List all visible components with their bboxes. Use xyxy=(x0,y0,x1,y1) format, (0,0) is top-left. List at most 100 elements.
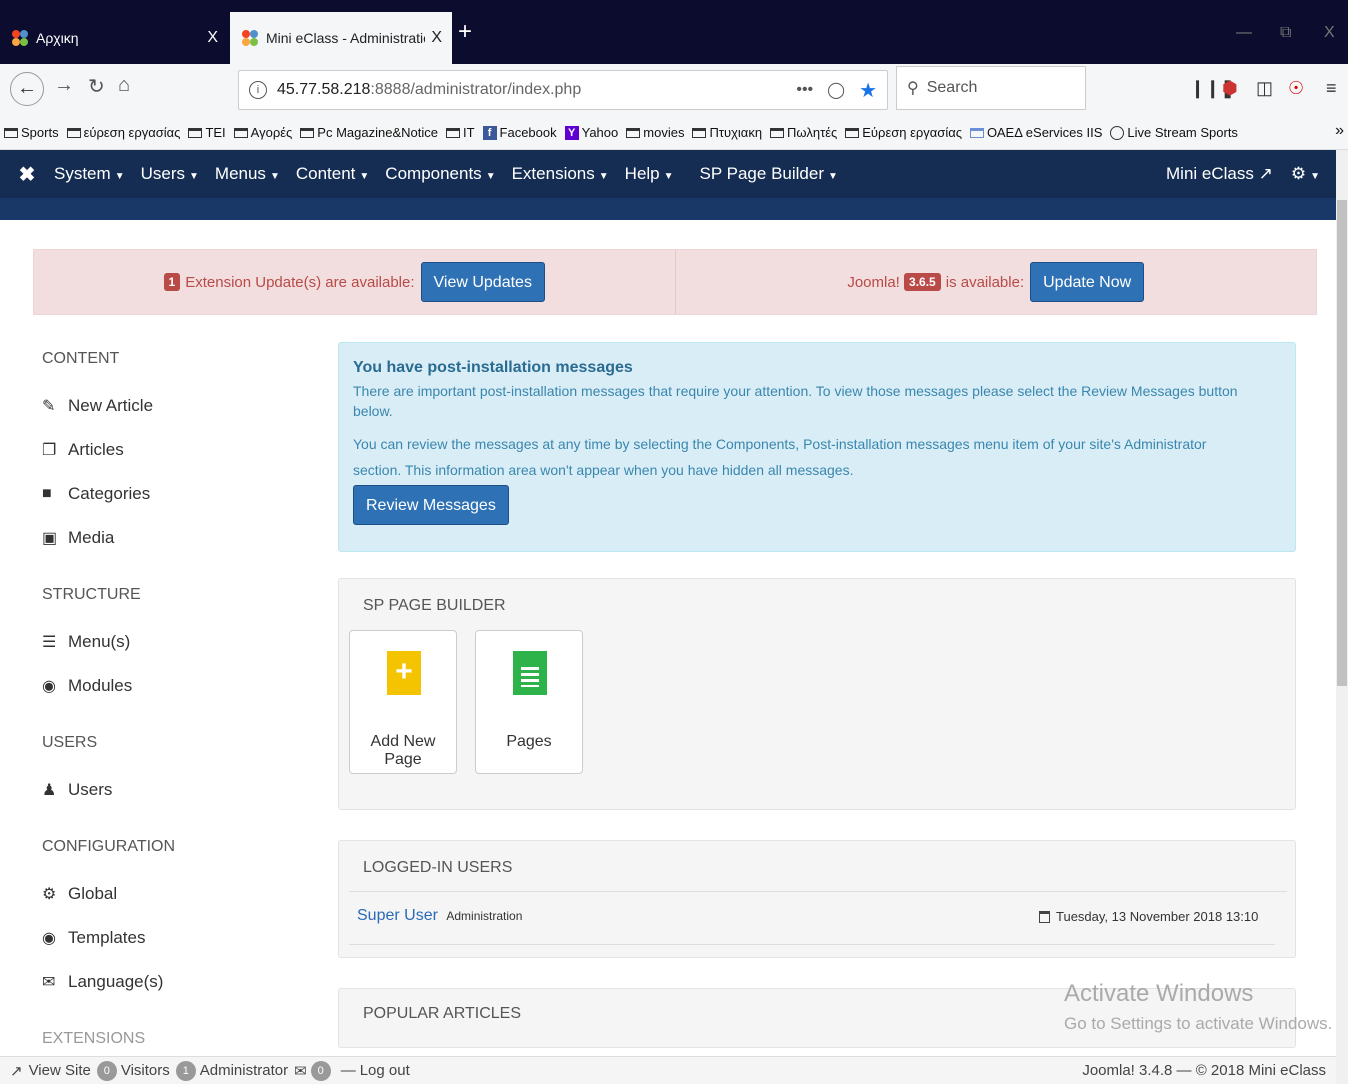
sidebar-item-label: Language(s) xyxy=(68,972,164,991)
add-page-icon: + xyxy=(387,651,421,695)
sidebar-toggle-icon[interactable]: ◫ xyxy=(1256,78,1273,99)
view-site-link[interactable]: ↗ View Site xyxy=(10,1062,91,1080)
minimize-icon[interactable]: — xyxy=(1236,24,1252,42)
bookmark-item[interactable]: Αγορές xyxy=(233,125,292,140)
cube-icon: ◉ xyxy=(42,678,56,695)
bookmark-item[interactable]: f Facebook xyxy=(482,125,557,140)
bookmark-item[interactable]: Sports xyxy=(4,125,59,140)
bookmark-item[interactable]: Y Yahoo xyxy=(564,125,619,140)
bookmark-item[interactable]: Εύρεση εργασίας xyxy=(845,125,962,140)
bookmark-item[interactable]: Πωλητές xyxy=(770,125,837,140)
tab-close-icon[interactable]: X xyxy=(431,29,442,47)
bookmark-item[interactable]: TEI xyxy=(188,125,226,140)
caret-down-icon: ▼ xyxy=(827,171,838,182)
settings-dropdown[interactable]: ⚙ ▼ xyxy=(1291,164,1320,184)
users-icon: ♟ xyxy=(42,782,57,799)
visitors-indicator: 0 Visitors xyxy=(96,1060,170,1081)
bookmark-item[interactable]: εύρεση εργασίας xyxy=(66,125,181,140)
sidebar-item-label: Templates xyxy=(68,928,146,947)
menu-users[interactable]: Users ▼ xyxy=(141,164,199,184)
menu-system[interactable]: System ▼ xyxy=(54,164,125,184)
add-new-page-card[interactable]: + Add New Page xyxy=(349,630,457,774)
tab-title: Mini eClass - Administration - xyxy=(266,30,425,46)
bookmarks-overflow-icon[interactable]: » xyxy=(1335,122,1344,140)
back-arrow-icon[interactable]: ← xyxy=(10,72,44,106)
menu-sp-page-builder[interactable]: SP Page Builder ▼ xyxy=(700,164,838,184)
user-name-link[interactable]: Super User xyxy=(357,907,438,924)
bookmark-item[interactable]: Live Stream Sports xyxy=(1110,125,1238,140)
scrollbar-thumb[interactable] xyxy=(1337,200,1347,686)
menu-extensions[interactable]: Extensions ▼ xyxy=(512,164,609,184)
tab-home[interactable]: Αρχικη X xyxy=(0,12,228,64)
sidebar-item-templates[interactable]: ◉ Templates xyxy=(42,928,145,948)
logged-user-row: Super User Administration xyxy=(357,907,522,925)
vertical-scrollbar[interactable] xyxy=(1336,150,1348,1084)
bookmark-label: εύρεση εργασίας xyxy=(83,125,181,140)
tab-close-icon[interactable]: X xyxy=(207,29,218,47)
joomla-logo-icon[interactable]: ✖ xyxy=(0,162,54,187)
sidebar-item-categories[interactable]: ■ Categories xyxy=(42,484,150,504)
new-tab-button[interactable]: + xyxy=(458,20,472,44)
minus-icon: — xyxy=(340,1062,356,1079)
restore-icon[interactable]: ⧉ xyxy=(1280,24,1291,42)
sidebar-item-languages[interactable]: ✉ Language(s) xyxy=(42,972,163,992)
menu-menus[interactable]: Menus ▼ xyxy=(215,164,280,184)
window-close-icon[interactable]: X xyxy=(1324,24,1335,42)
bookmark-label: ΟΑΕΔ eServices IIS xyxy=(987,125,1103,140)
admin-menu-bar: ✖ System ▼ Users ▼ Menus ▼ Content ▼ Compone… xyxy=(0,150,1336,198)
page-actions-icon[interactable]: ••• xyxy=(796,81,813,99)
bookmark-item[interactable]: movies xyxy=(626,125,684,140)
sidebar-item-new-article[interactable]: ✎ New Article xyxy=(42,396,153,416)
messages-indicator[interactable]: ✉ 0 xyxy=(294,1060,335,1081)
sidebar-item-users[interactable]: ♟ Users xyxy=(42,780,112,800)
adblock-icon[interactable]: ⬢ xyxy=(1222,78,1238,99)
menu-help[interactable]: Help ▼ xyxy=(625,164,674,184)
home-icon[interactable]: ⌂ xyxy=(118,74,130,97)
logout-link[interactable]: — Log out xyxy=(341,1062,410,1079)
bookmarks-bar: Sports εύρεση εργασίας TEI Αγορές Pc Mag… xyxy=(0,116,1348,150)
panel-heading: LOGGED-IN USERS xyxy=(363,859,513,876)
update-now-button[interactable]: Update Now xyxy=(1030,262,1145,302)
folder-icon xyxy=(770,127,785,138)
folder-icon xyxy=(188,127,203,138)
bookmark-item[interactable]: Πτυχιακη xyxy=(692,125,762,140)
sidebar-item-articles[interactable]: ❐ Articles xyxy=(42,440,124,460)
login-date: Tuesday, 13 November 2018 13:10 xyxy=(1039,909,1258,924)
menu-content[interactable]: Content ▼ xyxy=(296,164,369,184)
bookmark-item[interactable]: Pc Magazine&Notice xyxy=(300,125,438,140)
browser-nav-bar: ← → ↻ ⌂ i 45.77.58.218:8888/administrato… xyxy=(0,64,1348,116)
pocket-icon[interactable]: ◯ xyxy=(827,80,845,100)
bookmark-item[interactable]: ΟΑΕΔ eServices IIS xyxy=(970,125,1102,140)
divider xyxy=(349,891,1287,892)
update-alerts: 1 Extension Update(s) are available: Vie… xyxy=(33,249,1317,315)
sidebar-item-global[interactable]: ⚙ Global xyxy=(42,884,117,904)
reload-icon[interactable]: ↻ xyxy=(88,74,105,99)
view-updates-button[interactable]: View Updates xyxy=(420,262,545,302)
extension-count-badge: 1 xyxy=(163,273,181,291)
sidebar-item-label: Global xyxy=(68,884,118,903)
folder-icon xyxy=(845,127,860,138)
pinterest-icon[interactable]: ☉ xyxy=(1288,78,1304,99)
bookmark-label: Yahoo xyxy=(581,125,619,140)
menu-components[interactable]: Components ▼ xyxy=(385,164,495,184)
post-install-heading: You have post-installation messages xyxy=(353,359,633,376)
bookmark-label: IT xyxy=(462,125,475,140)
sidebar-item-media[interactable]: ▣ Media xyxy=(42,528,114,548)
site-link[interactable]: Mini eClass ↗ xyxy=(1166,164,1273,184)
card-label: Pages xyxy=(506,733,552,750)
sidebar-item-modules[interactable]: ◉ Modules xyxy=(42,676,132,696)
bookmark-item[interactable]: IT xyxy=(445,125,475,140)
menu-icon[interactable]: ≡ xyxy=(1326,78,1337,99)
search-input[interactable]: ⚲ Search xyxy=(896,66,1086,110)
forward-arrow-icon[interactable]: → xyxy=(54,74,74,97)
url-bar[interactable]: i 45.77.58.218:8888/administrator/index.… xyxy=(238,70,888,110)
pages-icon xyxy=(513,651,547,695)
tab-administration[interactable]: Mini eClass - Administration - X xyxy=(230,12,452,64)
bookmark-label: Facebook xyxy=(499,125,557,140)
tab-title: Αρχικη xyxy=(36,30,79,46)
review-messages-button[interactable]: Review Messages xyxy=(353,485,509,525)
site-info-icon[interactable]: i xyxy=(249,81,267,99)
sidebar-item-menus[interactable]: ☰ Menu(s) xyxy=(42,632,130,652)
pages-card[interactable]: Pages xyxy=(475,630,583,774)
bookmark-star-icon[interactable]: ★ xyxy=(859,78,877,103)
